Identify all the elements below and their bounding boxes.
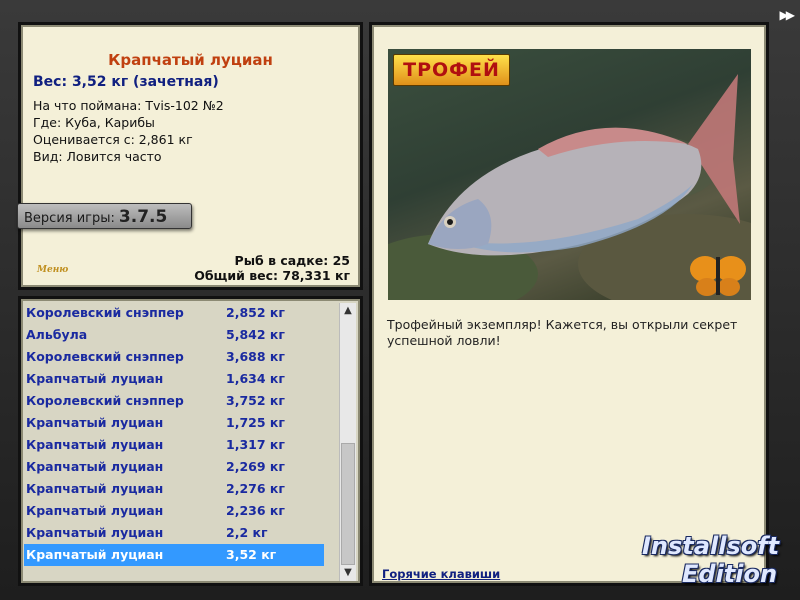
- fish-weight: Вес: 3,52 кг (зачетная): [33, 74, 219, 90]
- list-item-name: Королевский снэппер: [26, 349, 184, 364]
- list-item[interactable]: Крапчатый луциан 1,725 кг: [24, 412, 324, 434]
- list-item[interactable]: Крапчатый луциан 2,236 кг: [24, 500, 324, 522]
- fast-forward-icon[interactable]: ▶▶: [780, 8, 796, 22]
- total-weight: Общий вес: 78,331 кг: [194, 268, 350, 283]
- scroll-up-icon[interactable]: ▲: [340, 303, 356, 319]
- hotkeys-link[interactable]: Горячие клавиши: [382, 567, 500, 581]
- list-item-name: Крапчатый луциан: [26, 459, 164, 474]
- trophy-badge: ТРОФЕЙ: [393, 54, 510, 86]
- list-item-name: Королевский снэппер: [26, 305, 184, 320]
- list-item-name: Крапчатый луциан: [26, 371, 164, 386]
- list-item-weight: 1,317 кг: [226, 437, 285, 452]
- list-item[interactable]: Королевский снэппер 3,688 кг: [24, 346, 324, 368]
- list-item[interactable]: Королевский снэппер 3,752 кг: [24, 390, 324, 412]
- list-item-weight: 2,852 кг: [226, 305, 285, 320]
- list-item[interactable]: Королевский снэппер 2,852 кг: [24, 302, 324, 324]
- list-item[interactable]: Крапчатый луциан 2,276 кг: [24, 478, 324, 500]
- list-item-weight: 2,2 кг: [226, 525, 268, 540]
- list-item-name: Крапчатый луциан: [26, 525, 164, 540]
- list-item-name: Крапчатый луциан: [26, 481, 164, 496]
- list-item[interactable]: Крапчатый луциан 3,52 кг: [24, 544, 324, 566]
- rated-from-line: Оценивается с: 2,861 кг: [33, 132, 193, 147]
- list-item-weight: 3,688 кг: [226, 349, 285, 364]
- list-item[interactable]: Крапчатый луциан 1,317 кг: [24, 434, 324, 456]
- catch-stats: Рыб в садке: 25 Общий вес: 78,331 кг: [194, 253, 350, 283]
- fish-detail-panel: ТРОФЕЙ Трофейный экземпляр! Кажется, вы …: [369, 22, 769, 586]
- list-item[interactable]: Крапчатый луциан 1,634 кг: [24, 368, 324, 390]
- list-item[interactable]: Крапчатый луциан 2,269 кг: [24, 456, 324, 478]
- list-item-name: Крапчатый луциан: [26, 547, 164, 562]
- list-item-weight: 2,276 кг: [226, 481, 285, 496]
- bait-line: На что поймана: Tvis-102 №2: [33, 98, 224, 113]
- location-line: Где: Куба, Карибы: [33, 115, 155, 130]
- fish-illustration: [388, 74, 751, 300]
- scroll-down-icon[interactable]: ▼: [340, 565, 356, 581]
- version-number: 3.7.5: [118, 207, 168, 227]
- list-item-weight: 1,634 кг: [226, 371, 285, 386]
- version-label: Версия игры:: [24, 211, 115, 226]
- list-item-weight: 3,52 кг: [226, 547, 277, 562]
- list-item[interactable]: Альбула 5,842 кг: [24, 324, 324, 346]
- catch-list-panel: Королевский снэппер 2,852 кг Альбула 5,842 …: [18, 296, 363, 586]
- list-item-name: Альбула: [26, 327, 88, 342]
- list-item-weight: 1,725 кг: [226, 415, 285, 430]
- list-item-name: Крапчатый луциан: [26, 503, 164, 518]
- cage-count: Рыб в садке: 25: [234, 253, 350, 268]
- butterfly-icon: [690, 256, 746, 296]
- list-item-weight: 3,752 кг: [226, 393, 285, 408]
- fish-title: Крапчатый луциан: [108, 51, 273, 69]
- scroll-thumb[interactable]: [341, 443, 355, 565]
- list-item-name: Крапчатый луциан: [26, 415, 164, 430]
- list-item-name: Королевский снэппер: [26, 393, 184, 408]
- list-item-weight: 2,236 кг: [226, 503, 285, 518]
- version-badge: Версия игры: 3.7.5: [17, 203, 192, 229]
- list-item[interactable]: Крапчатый луциан 2,2 кг: [24, 522, 324, 544]
- fish-photo: ТРОФЕЙ: [388, 49, 751, 300]
- list-item-weight: 5,842 кг: [226, 327, 285, 342]
- menu-button[interactable]: Меню: [37, 265, 68, 275]
- catch-list[interactable]: Королевский снэппер 2,852 кг Альбула 5,842 …: [24, 302, 324, 566]
- fish-info-panel: Крапчатый луциан Вес: 3,52 кг (зачетная)…: [17, 22, 363, 290]
- list-item-weight: 2,269 кг: [226, 459, 285, 474]
- frequency-line: Вид: Ловится часто: [33, 149, 162, 164]
- trophy-caption: Трофейный экземпляр! Кажется, вы открыли…: [387, 317, 738, 348]
- list-item-name: Крапчатый луциан: [26, 437, 164, 452]
- list-scrollbar[interactable]: ▲ ▼: [339, 303, 356, 581]
